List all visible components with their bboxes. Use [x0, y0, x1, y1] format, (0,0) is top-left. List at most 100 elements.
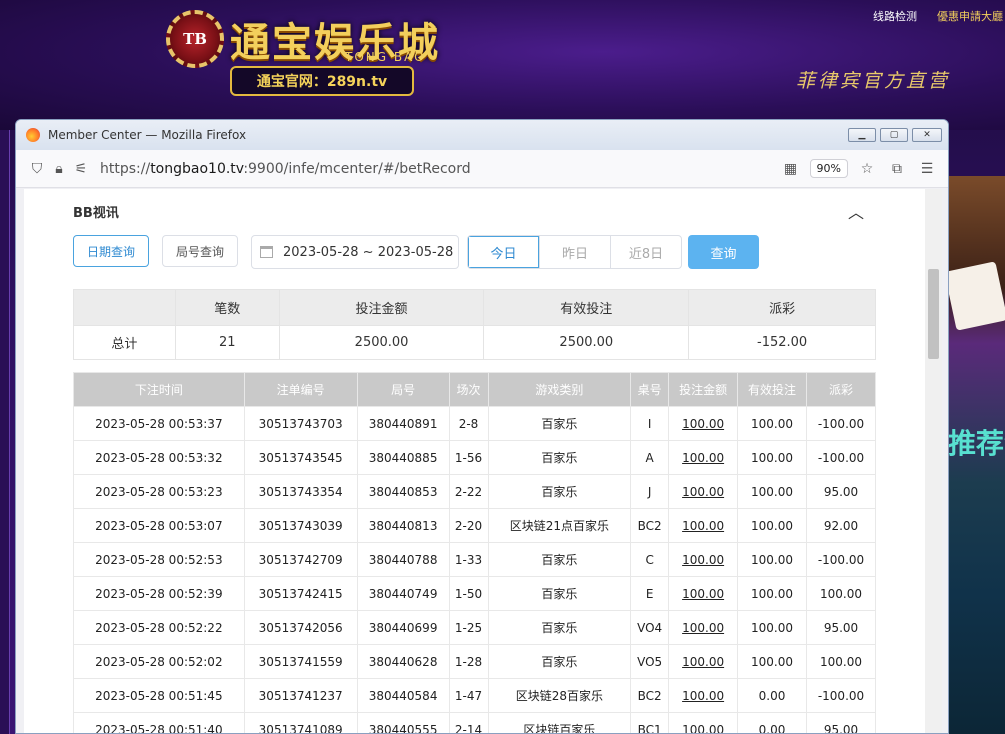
- minimize-button[interactable]: ▁: [848, 128, 876, 142]
- menu-icon[interactable]: ☰: [916, 158, 938, 180]
- firefox-window: Member Center — Mozilla Firefox ▁ ▢ ✕ ⛉ …: [15, 119, 949, 734]
- lock-icon[interactable]: 🔒︎: [48, 158, 70, 180]
- table-cell: 100.00: [737, 542, 807, 577]
- qr-code-icon[interactable]: ▦: [780, 158, 802, 180]
- table-row: 2023-05-28 00:51:40 30513741089 380440555 2…: [73, 712, 877, 733]
- bet-amount-link[interactable]: 100.00: [668, 610, 739, 645]
- bet-amount-link[interactable]: 100.00: [668, 678, 739, 713]
- right-promo-banner[interactable]: 推荐游戏: [944, 176, 1005, 734]
- zoom-indicator[interactable]: 90%: [809, 159, 848, 178]
- table-cell: 30513743039: [243, 508, 358, 543]
- scrollbar-thumb[interactable]: [928, 269, 939, 359]
- promo-hall-link[interactable]: 優惠申請大廳: [937, 8, 1003, 24]
- line-check-link[interactable]: 线路检测: [873, 8, 917, 24]
- table-cell: 380440555: [356, 712, 450, 733]
- table-cell: 百家乐: [487, 440, 632, 475]
- bet-amount-link[interactable]: 100.00: [668, 576, 739, 611]
- shield-icon[interactable]: ⛉: [26, 158, 48, 180]
- site-slogan: 菲律宾官方直营: [796, 70, 951, 92]
- table-cell: 1-25: [448, 610, 489, 645]
- table-cell: 2023-05-28 00:52:53: [73, 542, 245, 577]
- close-button[interactable]: ✕: [912, 128, 942, 142]
- table-cell: 95.00: [805, 610, 877, 645]
- table-cell: 100.00: [805, 576, 877, 611]
- tab-round-query[interactable]: 局号查询: [162, 235, 238, 267]
- bet-amount-link[interactable]: 100.00: [668, 406, 739, 441]
- table-cell: 100.00: [737, 610, 807, 645]
- table-cell: E: [630, 576, 670, 611]
- summary-header: 投注金额: [278, 289, 485, 326]
- bet-amount-link[interactable]: 100.00: [668, 474, 739, 509]
- table-row: 2023-05-28 00:52:53 30513742709 380440788 1…: [73, 542, 877, 577]
- table-cell: 30513743545: [243, 440, 358, 475]
- scrollbar[interactable]: [925, 189, 942, 733]
- table-cell: 2-22: [448, 474, 489, 509]
- table-cell: -100.00: [805, 440, 877, 475]
- summary-cell: 总计: [73, 325, 176, 360]
- table-row: 2023-05-28 00:51:45 30513741237 380440584 1…: [73, 678, 877, 713]
- bet-amount-link[interactable]: 100.00: [668, 508, 739, 543]
- maximize-button[interactable]: ▢: [880, 128, 908, 142]
- date-range-input[interactable]: 2023-05-28 ~ 2023-05-28: [251, 235, 459, 269]
- table-cell: 区块链百家乐: [487, 712, 632, 733]
- window-title: Member Center — Mozilla Firefox: [48, 128, 247, 142]
- table-cell: 30513743354: [243, 474, 358, 509]
- table-cell: BC2: [630, 508, 670, 543]
- table-cell: 1-50: [448, 576, 489, 611]
- summary-cell: 2500.00: [278, 325, 485, 360]
- table-cell: 2-20: [448, 508, 489, 543]
- table-cell: -100.00: [805, 678, 877, 713]
- url-bar[interactable]: https://tongbao10.tv:9900/infe/mcenter/#…: [100, 161, 471, 177]
- chevron-up-icon[interactable]: ︿: [848, 199, 864, 223]
- table-cell: 100.00: [737, 576, 807, 611]
- table-cell: 2023-05-28 00:52:22: [73, 610, 245, 645]
- table-cell: -100.00: [805, 406, 877, 441]
- table-cell: VO4: [630, 610, 670, 645]
- table-cell: 30513741559: [243, 644, 358, 679]
- column-header: 投注金额: [668, 372, 739, 407]
- summary-cell: 2500.00: [483, 325, 690, 360]
- table-cell: 380440885: [356, 440, 450, 475]
- bookmark-star-icon[interactable]: ☆: [856, 158, 878, 180]
- permissions-icon[interactable]: ⚟: [70, 158, 92, 180]
- tab-date-query[interactable]: 日期查询: [73, 235, 149, 267]
- table-cell: 百家乐: [487, 610, 632, 645]
- table-cell: 1-56: [448, 440, 489, 475]
- table-cell: 2023-05-28 00:51:45: [73, 678, 245, 713]
- table-cell: 1-47: [448, 678, 489, 713]
- column-header: 局号: [356, 372, 450, 407]
- table-cell: BC1: [630, 712, 670, 733]
- table-cell: 100.00: [805, 644, 877, 679]
- site-header: TB 通宝娱乐城 TONG BAO 通宝官网：289n.tv 线路检测 優惠申請…: [0, 0, 1005, 130]
- bet-amount-link[interactable]: 100.00: [668, 712, 739, 733]
- table-cell: 30513742415: [243, 576, 358, 611]
- summary-table: 笔数 投注金额 有效投注 派彩 总计 21 2500.00 2500.00 -1…: [73, 289, 876, 360]
- site-logo-sub: TONG BAO: [345, 50, 426, 64]
- quick-date-selector: 今日 昨日 近8日: [467, 235, 682, 269]
- column-header: 派彩: [805, 372, 877, 407]
- today-button[interactable]: 今日: [468, 236, 539, 268]
- table-cell: 100.00: [737, 644, 807, 679]
- query-button[interactable]: 查询: [688, 235, 759, 269]
- last-8-days-button[interactable]: 近8日: [610, 236, 681, 268]
- table-row: 2023-05-28 00:52:39 30513742415 380440749 1…: [73, 576, 877, 611]
- window-titlebar: Member Center — Mozilla Firefox ▁ ▢ ✕: [16, 120, 948, 150]
- table-cell: 0.00: [737, 712, 807, 733]
- table-cell: 0.00: [737, 678, 807, 713]
- summary-header: 派彩: [688, 289, 876, 326]
- logo-chip: TB: [166, 10, 224, 68]
- bet-amount-link[interactable]: 100.00: [668, 644, 739, 679]
- table-cell: 380440853: [356, 474, 450, 509]
- extensions-icon[interactable]: ⧉: [886, 158, 908, 180]
- firefox-icon: [26, 128, 40, 142]
- yesterday-button[interactable]: 昨日: [539, 236, 610, 268]
- official-site-banner[interactable]: 通宝官网：289n.tv: [230, 66, 414, 96]
- table-cell: 2023-05-28 00:53:23: [73, 474, 245, 509]
- bet-amount-link[interactable]: 100.00: [668, 440, 739, 475]
- table-cell: 100.00: [737, 406, 807, 441]
- table-cell: 30513742056: [243, 610, 358, 645]
- table-cell: C: [630, 542, 670, 577]
- bet-amount-link[interactable]: 100.00: [668, 542, 739, 577]
- column-header: 下注时间: [73, 372, 245, 407]
- table-cell: 1-33: [448, 542, 489, 577]
